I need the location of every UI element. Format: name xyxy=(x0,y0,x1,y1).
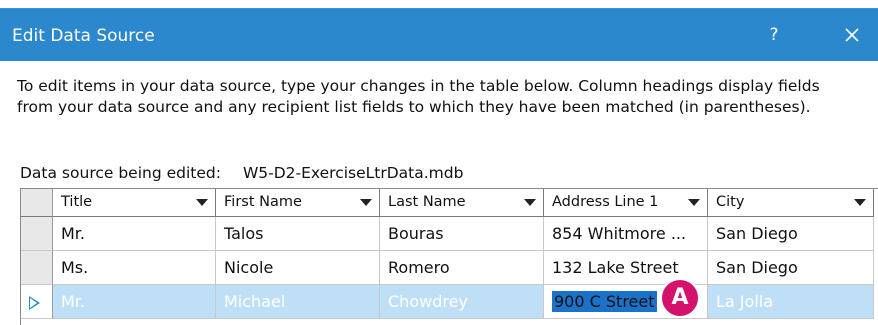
data-source-label: Data source being edited: xyxy=(20,164,221,182)
row-selector[interactable] xyxy=(21,217,53,251)
column-header-address-line-1[interactable]: Address Line 1 xyxy=(544,189,708,217)
dropdown-arrow-icon[interactable] xyxy=(854,199,866,206)
cell-address-line-1[interactable]: 854 Whitmore ... xyxy=(544,217,708,251)
column-header-label: Title xyxy=(61,194,93,210)
cell-city[interactable]: San Diego xyxy=(708,217,874,251)
table-row[interactable]: Ms. Nicole Romero 132 Lake Street San Di… xyxy=(21,251,878,285)
column-header-label: City xyxy=(716,194,745,210)
data-source-table: Title First Name Last Name Address Line … xyxy=(20,188,878,325)
data-source-line: Data source being edited: W5-D2-ExerciseL… xyxy=(20,163,463,183)
column-header-label: Address Line 1 xyxy=(552,194,659,210)
dropdown-arrow-icon[interactable] xyxy=(196,199,208,206)
cell-last-name[interactable]: Chowdrey xyxy=(380,285,544,319)
dropdown-arrow-icon[interactable] xyxy=(360,199,372,206)
header-selector xyxy=(21,189,53,217)
cell-first-name[interactable]: Michael xyxy=(216,285,380,319)
table-header: Title First Name Last Name Address Line … xyxy=(21,189,878,217)
column-header-title[interactable]: Title xyxy=(53,189,216,217)
cell-last-name[interactable]: Romero xyxy=(380,251,544,285)
close-button[interactable] xyxy=(836,19,868,51)
cell-first-name[interactable]: Nicole xyxy=(216,251,380,285)
column-header-label: Last Name xyxy=(388,194,466,210)
dialog-title: Edit Data Source xyxy=(12,26,155,46)
cell-city[interactable]: La Jolla xyxy=(708,285,874,319)
cell-city[interactable]: San Diego xyxy=(708,251,874,285)
callout-badge: A xyxy=(660,278,700,318)
row-selector[interactable] xyxy=(21,285,53,319)
data-source-filename: W5-D2-ExerciseLtrData.mdb xyxy=(242,164,464,182)
instructions-text: To edit items in your data source, type … xyxy=(17,77,820,116)
table-row[interactable]: Mr. Talos Bouras 854 Whitmore ... San Di… xyxy=(21,217,878,251)
title-bar: Edit Data Source ? xyxy=(0,9,878,61)
help-button[interactable]: ? xyxy=(760,23,788,47)
current-row-arrow-icon xyxy=(29,296,40,310)
row-selector[interactable] xyxy=(21,251,53,285)
column-header-last-name[interactable]: Last Name xyxy=(380,189,544,217)
table-row-selected[interactable]: Mr. Michael Chowdrey 900 C Street La Jol… xyxy=(21,285,878,319)
column-header-first-name[interactable]: First Name xyxy=(216,189,380,217)
column-header-city[interactable]: City xyxy=(708,189,874,217)
cell-edit-text[interactable]: 900 C Street xyxy=(552,291,657,312)
close-icon xyxy=(845,28,859,42)
cell-last-name[interactable]: Bouras xyxy=(380,217,544,251)
cell-title[interactable]: Mr. xyxy=(53,285,216,319)
edit-data-source-dialog: Edit Data Source ? To edit items in your… xyxy=(0,8,878,325)
dropdown-arrow-icon[interactable] xyxy=(524,199,536,206)
cell-first-name[interactable]: Talos xyxy=(216,217,380,251)
dropdown-arrow-icon[interactable] xyxy=(688,199,700,206)
cell-title[interactable]: Mr. xyxy=(53,217,216,251)
column-header-label: First Name xyxy=(224,194,302,210)
cell-title[interactable]: Ms. xyxy=(53,251,216,285)
